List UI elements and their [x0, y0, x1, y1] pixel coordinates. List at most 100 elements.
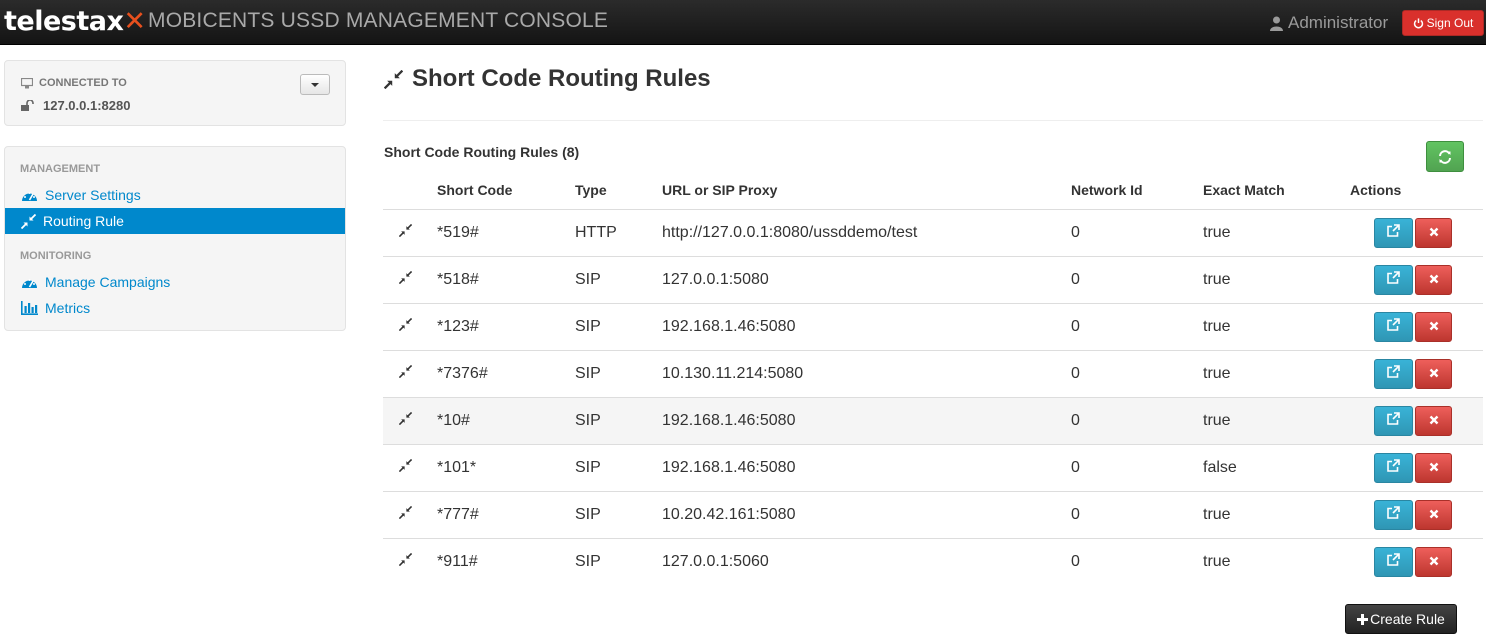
compress-icon: [398, 458, 413, 477]
row-icon-cell: [383, 538, 437, 585]
sidebar-item-manage-campaigns[interactable]: Manage Campaigns: [5, 269, 345, 295]
connection-host: 127.0.0.1:8280: [21, 98, 130, 113]
cell-url: http://127.0.0.1:8080/ussddemo/test: [662, 209, 1071, 257]
cell-network-id: 0: [1071, 444, 1203, 492]
edit-rule-button[interactable]: [1374, 264, 1413, 295]
cell-short-code: *123#: [437, 303, 575, 351]
cell-type: SIP: [575, 444, 662, 492]
cell-short-code: *7376#: [437, 350, 575, 398]
edit-rule-button[interactable]: [1374, 311, 1413, 342]
close-icon: [1429, 365, 1439, 383]
sidebar-nav: MANAGEMENT Server Settings Routing Rule …: [4, 146, 346, 331]
cell-exact-match: true: [1203, 209, 1350, 257]
cell-url: 192.168.1.46:5080: [662, 444, 1071, 492]
cell-exact-match: true: [1203, 397, 1350, 445]
user-menu[interactable]: Administrator: [1270, 12, 1388, 34]
delete-rule-button[interactable]: [1415, 452, 1452, 483]
row-icon-cell: [383, 209, 437, 257]
cell-type: HTTP: [575, 209, 662, 257]
cell-exact-match: true: [1203, 491, 1350, 539]
dashboard-icon: [22, 191, 37, 201]
delete-rule-button[interactable]: [1415, 405, 1452, 436]
external-link-icon: [1387, 317, 1400, 336]
sidebar-item-routing-rule[interactable]: Routing Rule: [5, 208, 345, 234]
cell-actions: [1350, 209, 1483, 257]
edit-rule-button[interactable]: [1374, 217, 1413, 248]
create-rule-button[interactable]: Create Rule: [1345, 604, 1457, 634]
delete-rule-button[interactable]: [1415, 546, 1452, 577]
table-row: *519# HTTP http://127.0.0.1:8080/ussddemo/…: [383, 209, 1483, 257]
external-link-icon: [1387, 364, 1400, 383]
cell-url: 192.168.1.46:5080: [662, 397, 1071, 445]
delete-rule-button[interactable]: [1415, 499, 1452, 530]
column-header-short-code[interactable]: Short Code: [437, 172, 575, 210]
row-icon-cell: [383, 491, 437, 539]
cell-type: SIP: [575, 491, 662, 539]
table-caption: Short Code Routing Rules (8): [384, 144, 580, 160]
plus-icon: [1357, 613, 1369, 625]
close-icon: [1429, 224, 1439, 242]
cell-exact-match: false: [1203, 444, 1350, 492]
table-row: *101* SIP 192.168.1.46:5080 0 false: [383, 444, 1483, 492]
routing-rules-table: Short Code Type URL or SIP Proxy Network…: [383, 172, 1483, 585]
connected-to-label: CONNECTED TO: [21, 77, 127, 89]
delete-rule-button[interactable]: [1415, 358, 1452, 389]
external-link-icon: [1387, 458, 1400, 477]
delete-rule-button[interactable]: [1415, 264, 1452, 295]
compress-icon: [398, 552, 413, 571]
edit-rule-button[interactable]: [1374, 358, 1413, 389]
edit-rule-button[interactable]: [1374, 405, 1413, 436]
compress-icon: [398, 223, 413, 242]
sidebar-item-metrics[interactable]: Metrics: [5, 295, 345, 321]
connection-panel: CONNECTED TO 127.0.0.1:8280: [4, 60, 346, 126]
cell-short-code: *519#: [437, 209, 575, 257]
column-header-exact-match[interactable]: Exact Match: [1203, 172, 1350, 210]
top-navbar: telestax✕ MOBICENTS USSD MANAGEMENT CONS…: [0, 0, 1486, 45]
monitor-icon: [21, 77, 33, 88]
cell-actions: [1350, 256, 1483, 304]
cell-type: SIP: [575, 552, 601, 570]
column-header-type[interactable]: Type: [575, 172, 662, 210]
close-icon: [1429, 318, 1439, 336]
telestax-logo[interactable]: telestax✕: [4, 6, 146, 38]
compress-icon: [398, 317, 413, 336]
cell-exact-match: true: [1203, 256, 1350, 304]
sign-out-button[interactable]: Sign Out: [1402, 10, 1484, 36]
row-icon-cell: [383, 444, 437, 492]
row-icon-cell: [383, 256, 437, 304]
row-icon-cell: [383, 303, 437, 351]
close-icon: [1429, 553, 1439, 571]
cell-exact-match: true: [1203, 303, 1350, 351]
sidebar-item-label: Server Settings: [45, 187, 141, 203]
delete-rule-button[interactable]: [1415, 217, 1452, 248]
close-icon: [1429, 506, 1439, 524]
connection-dropdown-button[interactable]: [300, 74, 330, 95]
sidebar-item-server-settings[interactable]: Server Settings: [5, 182, 345, 208]
row-icon-cell: [383, 397, 437, 445]
table-row: *777# SIP 10.20.42.161:5080 0 true: [383, 491, 1483, 539]
cell-actions: [1350, 350, 1483, 398]
cell-network-id: 0: [1071, 491, 1203, 539]
refresh-button[interactable]: [1426, 141, 1464, 172]
sidebar-item-label: Metrics: [45, 300, 91, 316]
edit-rule-button[interactable]: [1374, 546, 1413, 577]
edit-rule-button[interactable]: [1374, 452, 1413, 483]
cell-network-id: 0: [1071, 552, 1080, 570]
delete-rule-button[interactable]: [1415, 311, 1452, 342]
table-row: *123# SIP 192.168.1.46:5080 0 true: [383, 303, 1483, 351]
cell-short-code: *518#: [437, 256, 575, 304]
cell-actions: [1350, 538, 1483, 585]
cell-url: 127.0.0.1:5060: [662, 552, 769, 570]
table-row: *10# SIP 192.168.1.46:5080 0 true: [383, 397, 1483, 445]
cell-actions: [1350, 303, 1483, 351]
edit-rule-button[interactable]: [1374, 499, 1413, 530]
column-header-url[interactable]: URL or SIP Proxy: [662, 172, 1071, 210]
monitoring-header: MONITORING: [20, 250, 92, 262]
console-title: MOBICENTS USSD MANAGEMENT CONSOLE: [148, 9, 609, 32]
cell-url: 10.20.42.161:5080: [662, 491, 1071, 539]
sidebar-item-label: Routing Rule: [43, 213, 124, 229]
refresh-icon: [1439, 149, 1451, 164]
column-header-network-id[interactable]: Network Id: [1071, 172, 1203, 210]
cell-exact-match: true: [1203, 350, 1350, 398]
user-icon: [1270, 16, 1283, 31]
